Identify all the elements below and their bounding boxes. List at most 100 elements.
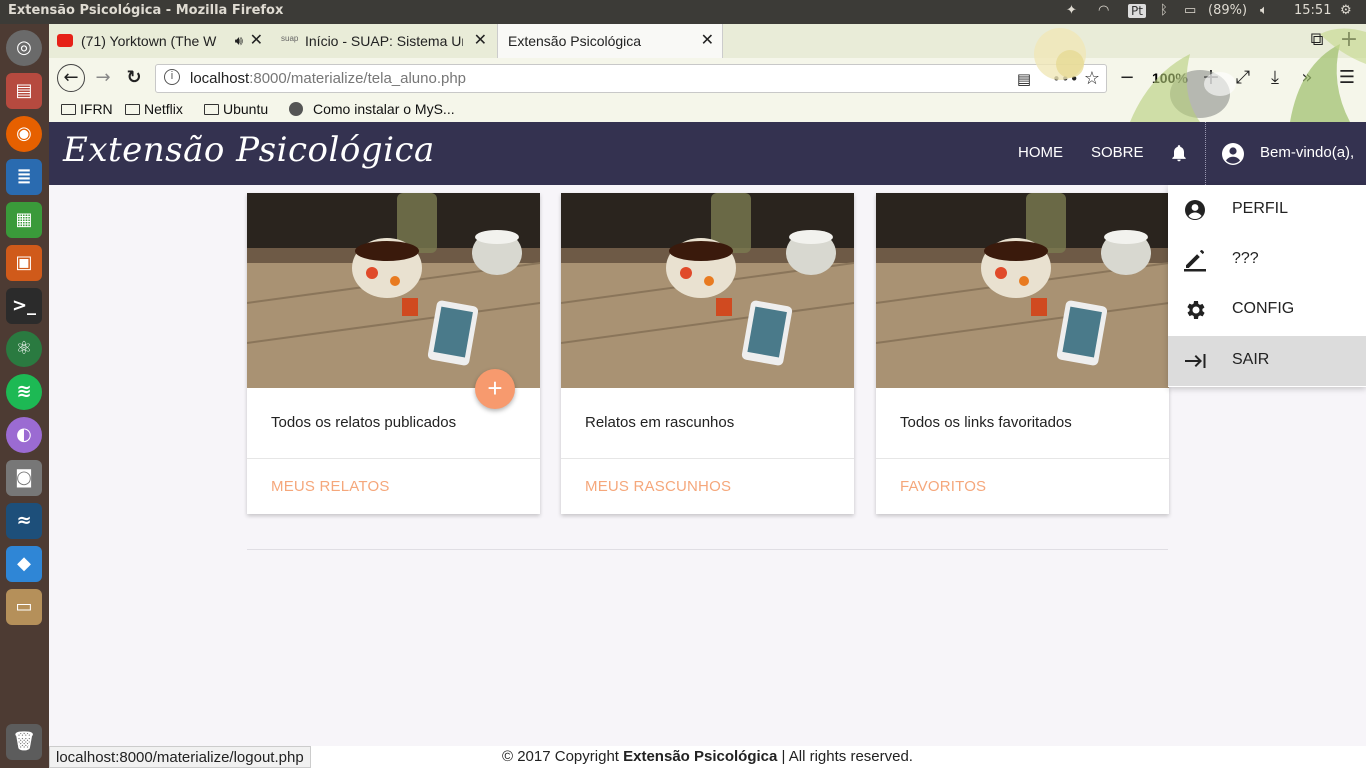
dropdown-item-config[interactable]: CONFIG [1168,285,1366,335]
notifications-bell-icon[interactable] [1169,142,1189,164]
card-divider [876,458,1169,459]
calc-icon[interactable]: ▦ [6,202,42,238]
edit-icon [1184,249,1206,272]
card-divider [247,458,540,459]
globe-icon [289,102,303,116]
dropbox-tray-icon[interactable]: ✦ [1066,3,1077,18]
battery-percentage[interactable]: (89%) [1208,3,1247,18]
browser-toolbar: ← → ↻ i localhost:8000/materialize/tela_… [49,58,1366,98]
bluetooth-icon[interactable]: ᛒ [1160,3,1168,18]
web-page: Extensão Psicológica HOME SOBRE Bem-vind… [49,122,1366,768]
back-icon[interactable]: ← [57,64,85,92]
folder-icon [125,104,140,115]
clock[interactable]: 15:51 [1294,3,1331,18]
user-dropdown-menu: PERFIL ??? CONFIG SAIR [1168,185,1366,387]
mysql-workbench-icon[interactable]: ≈ [6,503,42,539]
card-action-meus-rascunhos[interactable]: MEUS RASCUNHOS [585,478,731,495]
battery-icon[interactable]: ▭ [1184,3,1196,18]
card-description: Todos os links favoritados [900,414,1072,431]
dropbox-icon[interactable]: ◆ [6,546,42,582]
url-bar[interactable]: i localhost:8000/materialize/tela_aluno.… [155,64,1107,93]
menu-icon[interactable]: ☰ [1335,66,1359,90]
dropdown-label: SAIR [1232,351,1270,368]
zoom-out-icon[interactable]: − [1115,66,1139,90]
settings-icon [1187,301,1205,319]
trash-icon[interactable]: 🗑︎ [6,724,42,760]
spotify-icon[interactable]: ≋ [6,374,42,410]
forward-icon[interactable]: → [91,66,115,90]
zoom-level[interactable]: 100% [1152,70,1188,86]
bookmark-folder-ifrn[interactable]: IFRN [61,101,113,117]
card-image [876,193,1169,388]
card-action-meus-relatos[interactable]: MEUS RELATOS [271,478,390,495]
color-picker-icon[interactable]: ◐ [6,417,42,453]
tab-youtube[interactable]: (71) Yorktown (The W 🔊︎ ✕ [49,24,271,58]
bookmark-folder-ubuntu[interactable]: Ubuntu [204,101,268,117]
overflow-icon[interactable]: » [1295,66,1319,90]
close-tab-icon[interactable]: ✕ [474,24,487,58]
card-image [247,193,540,388]
folder-icon [61,104,76,115]
account-circle-icon[interactable] [1221,142,1245,166]
nav-divider [1205,122,1206,185]
status-bar-url: localhost:8000/materialize/logout.php [49,746,311,768]
writer-icon[interactable]: ≣ [6,159,42,195]
dropdown-item-unknown[interactable]: ??? [1168,235,1366,285]
page-actions-icon[interactable]: ••• [1052,67,1079,91]
new-tab-icon[interactable]: + [1337,28,1361,52]
reload-icon[interactable]: ↻ [122,66,146,90]
close-tab-icon[interactable]: ✕ [250,24,263,58]
app-navbar: Extensão Psicológica HOME SOBRE Bem-vind… [49,122,1366,185]
url-text[interactable]: localhost:8000/materialize/tela_aluno.ph… [190,70,466,87]
ubuntu-launcher: ◎ ▤ ◉ ≣ ▦ ▣ >_ ⚛ ≋ ◐ ◙ ≈ ◆ ▭ 🗑︎ [0,24,49,768]
site-info-icon[interactable]: i [164,69,180,85]
dropdown-label: PERFIL [1232,200,1289,217]
bookmark-star-icon[interactable]: ☆ [1080,67,1104,91]
tab-extensao-psicologica[interactable]: Extensão Psicológica ✕ [497,24,723,58]
reader-view-icon[interactable]: ▤ [1012,67,1036,91]
tab-overview-icon[interactable]: ⧉ [1305,28,1329,52]
tab-title: (71) Yorktown (The W [81,33,217,49]
wifi-icon[interactable]: ◠ [1098,3,1109,18]
volume-icon[interactable]: 🔈︎ [1260,3,1268,18]
dropdown-item-perfil[interactable]: PERFIL [1168,185,1366,235]
card-favoritos: Todos os links favoritados FAVORITOS [876,193,1169,514]
logout-icon [1185,354,1206,368]
files-icon[interactable]: ▤ [6,73,42,109]
tab-title: Extensão Psicológica [508,33,642,49]
firefox-icon[interactable]: ◉ [6,116,42,152]
brand-logo[interactable]: Extensão Psicológica [63,130,435,170]
add-relato-fab-button[interactable]: + [475,369,515,409]
fullscreen-icon[interactable]: ⤢ [1231,66,1255,90]
browser-tab-bar: (71) Yorktown (The W 🔊︎ ✕ suap Início - … [49,24,1366,58]
atom-icon[interactable]: ⚛ [6,331,42,367]
footer-suffix: | All rights reserved. [777,748,913,765]
footer-brand: Extensão Psicológica [623,748,778,765]
close-tab-icon[interactable]: ✕ [701,24,714,58]
tab-suap[interactable]: suap Início - SUAP: Sistema Un ✕ [273,24,495,58]
package-icon[interactable]: ▭ [6,589,42,625]
card-description: Relatos em rascunhos [585,414,735,431]
nav-home[interactable]: HOME [1018,144,1063,161]
keyboard-layout-indicator[interactable]: Pt [1128,4,1146,18]
downloads-icon[interactable]: ⤓ [1263,66,1287,90]
dropdown-item-sair[interactable]: SAIR [1168,336,1366,386]
speaker-icon[interactable]: 🔊︎ [235,24,243,58]
dash-icon[interactable]: ◎ [6,30,42,66]
zoom-in-icon[interactable]: + [1199,66,1223,90]
card-action-favoritos[interactable]: FAVORITOS [900,478,986,495]
card-relatos: Todos os relatos publicados MEUS RELATOS [247,193,540,514]
welcome-text[interactable]: Bem-vindo(a), [1260,144,1354,161]
os-top-panel: Extensão Psicológica - Mozilla Firefox ✦… [0,0,1366,24]
dropdown-label: CONFIG [1232,300,1295,317]
terminal-icon[interactable]: >_ [6,288,42,324]
card-divider [561,458,854,459]
bookmark-folder-netflix[interactable]: Netflix [125,101,183,117]
account-circle-icon [1185,200,1205,220]
settings-gear-icon[interactable]: ⚙ [1340,3,1352,18]
bookmark-mysql[interactable]: Como instalar o MyS... [289,101,455,117]
dropdown-label: ??? [1232,250,1259,267]
impress-icon[interactable]: ▣ [6,245,42,281]
nav-about[interactable]: SOBRE [1091,144,1144,161]
camera-icon[interactable]: ◙ [6,460,42,496]
